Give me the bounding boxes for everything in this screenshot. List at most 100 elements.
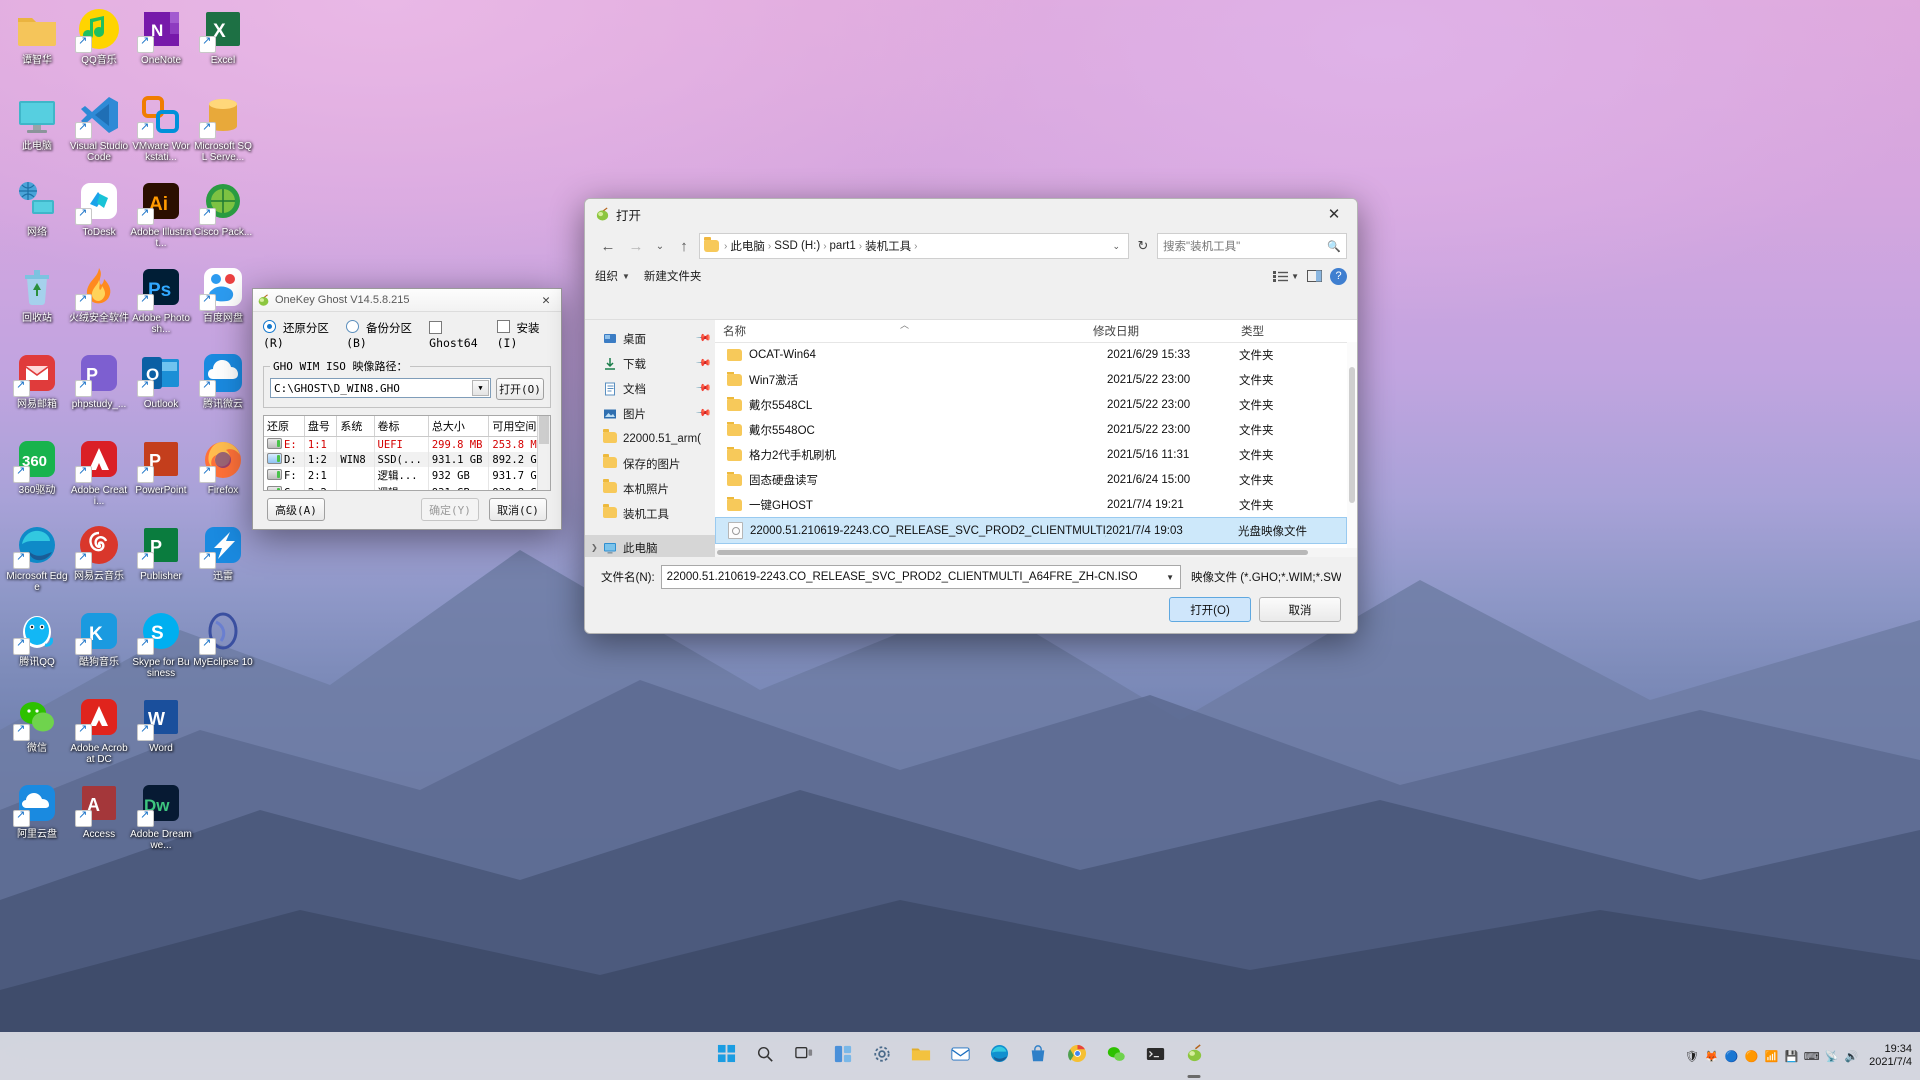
tray-icon[interactable]: ⌨ <box>1804 1049 1820 1064</box>
partition-row[interactable]: F: 2:1 逻辑... 932 GB 931.7 GB <box>264 467 550 484</box>
column-header-type[interactable]: 类型 <box>1233 323 1357 339</box>
breadcrumb[interactable]: › 此电脑 › SSD (H:) › part1 › 装机工具 › ⌄ <box>699 233 1129 259</box>
desktop-icon-word[interactable]: W Word <box>130 694 192 754</box>
filedialog-close-button[interactable]: ✕ <box>1317 200 1351 228</box>
partition-row[interactable]: D: 1:2 WIN8 SSD(... 931.1 GB 892.2 GB <box>264 452 550 467</box>
desktop-icon-netease[interactable]: 网易云音乐 <box>68 522 130 582</box>
desktop-icon-weiyun[interactable]: 腾讯微云 <box>192 350 254 410</box>
checkbox-ghost64[interactable] <box>429 320 443 334</box>
onekey-ghost-window[interactable]: OneKey Ghost V14.5.8.215 ✕ 还原分区(R) 备份分区(… <box>252 288 562 530</box>
option-install[interactable]: 安装(I) <box>496 320 551 350</box>
pin-icon[interactable]: 📌 <box>694 380 711 397</box>
desktop-icon-qqmusic[interactable]: QQ音乐 <box>68 6 130 66</box>
breadcrumb-segment[interactable]: 装机工具 <box>865 238 911 254</box>
file-row[interactable]: 格力2代手机刷机 2021/5/16 11:31 文件夹 <box>715 442 1347 467</box>
option-backup-partition[interactable]: 备份分区(B) <box>346 320 420 350</box>
desktop-icon-mail163[interactable]: 网易邮箱 <box>6 350 68 410</box>
file-list-hscrollbar[interactable] <box>715 548 1357 557</box>
ok-button[interactable]: 确定(Y) <box>421 498 479 521</box>
file-list[interactable]: 名称 ︿ 修改日期 类型 OCAT-Win64 2021/6/29 15:33 文件夹… <box>715 320 1357 557</box>
tray-icon[interactable]: 📶 <box>1764 1049 1779 1064</box>
desktop-icon-kugou[interactable]: K 酷狗音乐 <box>68 608 130 668</box>
file-row[interactable]: 固态硬盘读写 2021/6/24 15:00 文件夹 <box>715 467 1347 492</box>
task-view-button[interactable] <box>789 1041 819 1071</box>
clock[interactable]: 19:34 2021/7/4 <box>1869 1043 1912 1069</box>
sidebar-item-folder[interactable]: 22000.51_arm( <box>585 426 715 451</box>
open-file-dialog[interactable]: 打开 ✕ ← → ⌄ ↑ › 此电脑 › SSD (H:) › part1 › 装机工具 › … <box>584 198 1358 634</box>
sidebar-item-pictures[interactable]: 图片 📌 <box>585 401 715 426</box>
column-header-date[interactable]: 修改日期 <box>1085 323 1233 339</box>
preview-pane-button[interactable] <box>1307 270 1322 282</box>
desktop-icon-recycle[interactable]: 回收站 <box>6 264 68 324</box>
breadcrumb-segment[interactable]: SSD (H:) <box>774 240 820 252</box>
pin-icon[interactable]: 📌 <box>694 355 711 372</box>
chevron-down-icon[interactable]: ▼ <box>472 380 489 396</box>
partition-row[interactable]: E: 1:1 UEFI 299.8 MB 253.8 MB <box>264 436 550 452</box>
sidebar-item-desktop[interactable]: 桌面 📌 <box>585 326 715 351</box>
filename-input[interactable]: 22000.51.210619-2243.CO_RELEASE_SVC_PROD… <box>660 565 1181 589</box>
tray-icon[interactable]: 🔊 <box>1844 1049 1859 1064</box>
file-row[interactable]: 一键GHOST 2021/7/4 19:21 文件夹 <box>715 492 1347 517</box>
mail-button[interactable] <box>945 1041 975 1071</box>
desktop-icon-onenote[interactable]: N OneNote <box>130 6 192 66</box>
file-row[interactable]: Win7激活 2021/5/22 23:00 文件夹 <box>715 367 1347 392</box>
desktop-icon-cisco[interactable]: Cisco Pack... <box>192 178 254 238</box>
radio-backup[interactable] <box>346 320 360 333</box>
desktop-icon-vscode[interactable]: Visual Studio Code <box>68 92 130 163</box>
sidebar-item-download[interactable]: 下载 📌 <box>585 351 715 376</box>
sidebar-item-document[interactable]: 文档 📌 <box>585 376 715 401</box>
desktop-icon-firefox[interactable]: Firefox <box>192 436 254 496</box>
onekey-ghost-button[interactable] <box>1179 1041 1209 1071</box>
widgets-button[interactable] <box>828 1041 858 1071</box>
recent-locations-button[interactable]: ⌄ <box>651 233 669 259</box>
desktop-icon-aliyun[interactable]: 阿里云盘 <box>6 780 68 840</box>
pin-icon[interactable]: 📌 <box>694 405 711 422</box>
radio-restore[interactable] <box>263 320 276 333</box>
tray-icon[interactable]: 🦊 <box>1704 1049 1719 1064</box>
sidebar-item-folder[interactable]: 本机照片 <box>585 476 715 501</box>
search-button[interactable] <box>750 1041 780 1071</box>
desktop-icon-adobecc[interactable]: Adobe Creati... <box>68 436 130 507</box>
partition-scrollbar[interactable] <box>537 416 550 490</box>
onekey-close-button[interactable]: ✕ <box>535 291 557 309</box>
desktop-icon-d360[interactable]: 360 360驱动 <box>6 436 68 496</box>
column-header-name[interactable]: 名称 ︿ <box>715 320 1085 339</box>
settings-button[interactable] <box>867 1041 897 1071</box>
desktop-icon-access[interactable]: A Access <box>68 780 130 840</box>
forward-button[interactable]: → <box>623 233 649 259</box>
view-options-button[interactable]: ▼ <box>1273 270 1299 282</box>
desktop-icon-edge[interactable]: Microsoft Edge <box>6 522 68 593</box>
tray-icon[interactable]: 🟠 <box>1744 1049 1759 1064</box>
wechat-button[interactable] <box>1101 1041 1131 1071</box>
desktop-icon-publisher[interactable]: P Publisher <box>130 522 192 582</box>
file-list-vscrollbar[interactable] <box>1347 342 1357 548</box>
desktop-icon-illustrator[interactable]: AiAdobe Illustrat... <box>130 178 192 249</box>
breadcrumb-segment[interactable]: part1 <box>830 240 856 252</box>
file-explorer-button[interactable] <box>906 1041 936 1071</box>
chrome-button[interactable] <box>1062 1041 1092 1071</box>
open-image-button[interactable]: 打开(O) <box>496 378 544 400</box>
option-ghost64[interactable]: Ghost64 <box>429 320 487 350</box>
desktop-icon-sqlserver[interactable]: Microsoft SQL Serve... <box>192 92 254 163</box>
partition-table[interactable]: 还原 盘号 系统 卷标 总大小 可用空间 E: 1:1 UEFI 299.8 MB 253.8 M… <box>263 415 551 491</box>
file-row[interactable]: OCAT-Win64 2021/6/29 15:33 文件夹 <box>715 342 1347 367</box>
search-input[interactable]: 搜索"装机工具" 🔍 <box>1157 233 1347 259</box>
breadcrumb-segment[interactable]: 此电脑 <box>730 238 765 254</box>
back-button[interactable]: ← <box>595 233 621 259</box>
tray-icon[interactable]: 📡 <box>1824 1049 1839 1064</box>
desktop-icon-outlook[interactable]: O Outlook <box>130 350 192 410</box>
up-button[interactable]: ↑ <box>671 233 697 259</box>
desktop-icon-acrobat[interactable]: Adobe Acrobat DC <box>68 694 130 765</box>
organize-menu[interactable]: 组织 ▼ <box>595 268 630 284</box>
desktop-icon-excel[interactable]: X Excel <box>192 6 254 66</box>
new-folder-button[interactable]: 新建文件夹 <box>644 268 702 284</box>
tray-icon[interactable]: 💾 <box>1784 1049 1799 1064</box>
breadcrumb-dropdown[interactable]: ⌄ <box>1108 241 1124 252</box>
search-icon[interactable]: 🔍 <box>1327 240 1341 253</box>
chevron-right-icon[interactable]: ❯ <box>591 543 598 552</box>
desktop-icon-skype[interactable]: SSkype for Business <box>130 608 192 679</box>
desktop-icon-powerpoint[interactable]: P PowerPoint <box>130 436 192 496</box>
desktop-icon-todesk[interactable]: ToDesk <box>68 178 130 238</box>
file-row[interactable]: 戴尔5548OC 2021/5/22 23:00 文件夹 <box>715 417 1347 442</box>
navigation-pane[interactable]: 桌面 📌 下载 📌 文档 📌 图片 📌 22000.51_arm(保存的图片 本机照片 装机工具 ❯ 此… <box>585 320 715 557</box>
